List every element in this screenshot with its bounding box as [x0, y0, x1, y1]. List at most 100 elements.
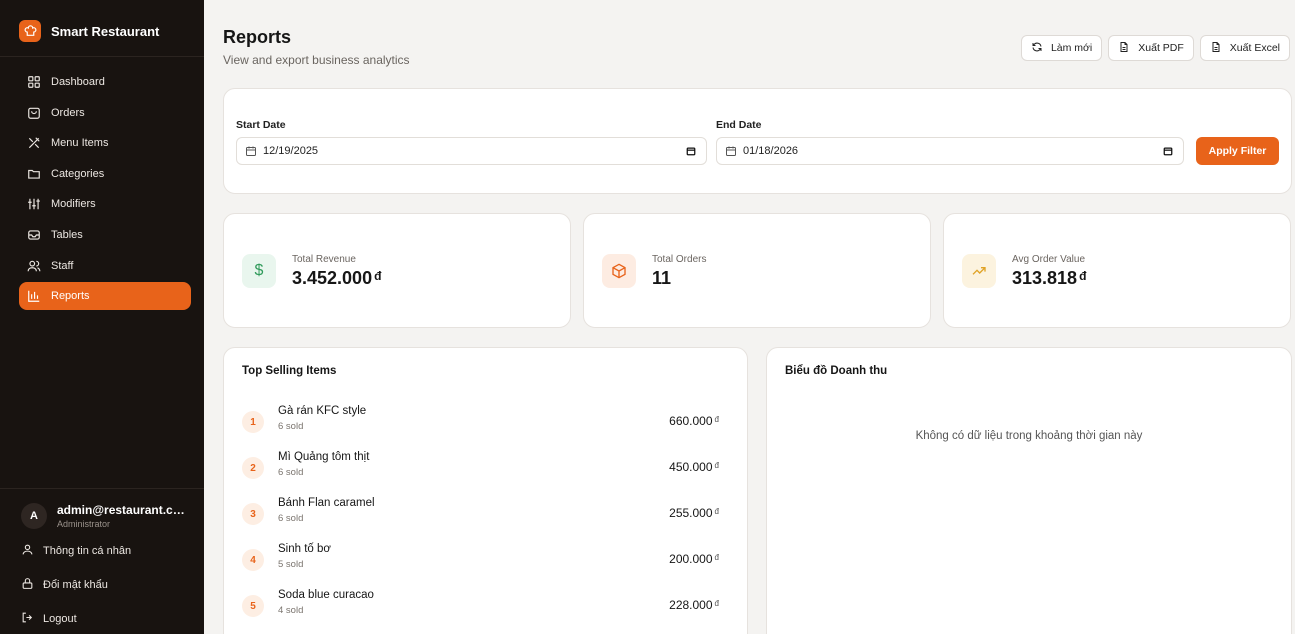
- user-role: Administrator: [57, 519, 111, 529]
- package-icon: [602, 254, 636, 288]
- page-subtitle: View and export business analytics: [223, 53, 410, 67]
- amount-value: 200.000: [669, 552, 713, 566]
- user-email: admin@restaurant.co...: [57, 503, 187, 517]
- rank-badge: 3: [242, 503, 264, 525]
- sidebar-item-modifiers[interactable]: Modifiers: [19, 190, 191, 218]
- file-icon: [1210, 41, 1222, 56]
- amount-value: 450.000: [669, 460, 713, 474]
- sidebar-item-label: Reports: [51, 290, 90, 303]
- revenue-chart-card: Biểu đồ Doanh thu Không có dữ liệu trong…: [766, 347, 1292, 634]
- stat-label: Total Revenue: [292, 254, 356, 265]
- sidebar-item-orders[interactable]: Orders: [19, 99, 191, 127]
- start-date-label: Start Date: [236, 119, 286, 131]
- currency-symbol: đ: [714, 461, 719, 470]
- rank-badge: 2: [242, 457, 264, 479]
- sidebar: Smart Restaurant Dashboard Orders Menu I…: [0, 0, 204, 634]
- item-amount: 660.000 đ: [669, 414, 719, 428]
- currency-symbol: đ: [1079, 269, 1087, 283]
- sidebar-item-tables[interactable]: Tables: [19, 221, 191, 249]
- item-name: Soda blue curacao: [278, 589, 374, 601]
- change-password-link[interactable]: Đổi mật khẩu: [21, 577, 108, 593]
- sidebar-item-menu-items[interactable]: Menu Items: [19, 129, 191, 157]
- avatar: A: [21, 503, 47, 529]
- start-date-input[interactable]: 12/19/2025: [236, 137, 707, 165]
- sidebar-item-label: Tables: [51, 228, 83, 241]
- date-filter-card: Start Date 12/19/2025 End Date 01/18/202…: [223, 88, 1292, 194]
- sidebar-item-categories[interactable]: Categories: [19, 160, 191, 188]
- export-excel-button[interactable]: Xuất Excel: [1199, 35, 1290, 61]
- amount-value: 228.000: [669, 598, 713, 612]
- total-orders-value: 11: [652, 268, 672, 288]
- profile-link[interactable]: Thông tin cá nhân: [21, 543, 131, 559]
- list-item: 5 Soda blue curacao 4 sold 228.000 đ: [242, 589, 732, 625]
- export-excel-label: Xuất Excel: [1229, 42, 1280, 54]
- sidebar-item-label: Dashboard: [51, 76, 105, 88]
- calendar-icon: [726, 146, 736, 156]
- chef-hat-icon: [19, 20, 41, 42]
- calendar-picker-icon[interactable]: [1163, 146, 1173, 156]
- item-sold: 4 sold: [278, 605, 304, 616]
- panel-title: Top Selling Items: [242, 365, 337, 377]
- dollar-icon: $: [242, 254, 276, 288]
- total-revenue-value: 3.452.000: [292, 268, 373, 288]
- sidebar-item-dashboard[interactable]: Dashboard: [19, 68, 191, 96]
- divider: [0, 56, 204, 57]
- lock-icon: [21, 577, 34, 593]
- sidebar-item-label: Categories: [51, 167, 105, 180]
- amount-value: 255.000: [669, 506, 713, 520]
- total-orders-card: Total Orders 11: [583, 213, 931, 328]
- grid-icon: [27, 75, 41, 89]
- list-item: 3 Bánh Flan caramel 6 sold 255.000 đ: [242, 497, 732, 533]
- avg-order-value-card: Avg Order Value 313.818 đ: [943, 213, 1291, 328]
- stat-value: 313.818 đ: [1012, 268, 1086, 289]
- empty-state-message: Không có dữ liệu trong khoảng thời gian …: [915, 430, 1143, 442]
- list-item: 1 Gà rán KFC style 6 sold 660.000 đ: [242, 405, 732, 441]
- logout-label: Logout: [43, 613, 77, 625]
- logout-link[interactable]: Logout: [21, 611, 77, 627]
- bar-chart-icon: [27, 289, 41, 303]
- end-date-value: 01/18/2026: [743, 145, 799, 157]
- item-name: Sinh tố bơ: [278, 543, 331, 555]
- sidebar-item-label: Orders: [51, 106, 85, 119]
- export-pdf-button[interactable]: Xuất PDF: [1108, 35, 1194, 61]
- app-name: Smart Restaurant: [51, 23, 160, 39]
- logout-icon: [21, 611, 34, 627]
- end-date-input[interactable]: 01/18/2026: [716, 137, 1184, 165]
- folder-icon: [27, 167, 41, 181]
- sidebar-item-staff[interactable]: Staff: [19, 252, 191, 280]
- end-date-label: End Date: [716, 119, 762, 131]
- panel-title: Biểu đồ Doanh thu: [785, 365, 888, 377]
- currency-symbol: đ: [714, 553, 719, 562]
- sidebar-item-label: Menu Items: [51, 137, 109, 150]
- top-selling-card: Top Selling Items 1 Gà rán KFC style 6 s…: [223, 347, 748, 634]
- sidebar-nav: Dashboard Orders Menu Items Categories M…: [19, 68, 191, 313]
- profile-link-label: Thông tin cá nhân: [43, 545, 132, 557]
- trending-up-icon: [962, 254, 996, 288]
- rank-badge: 5: [242, 595, 264, 617]
- item-sold: 6 sold: [278, 421, 304, 432]
- total-revenue-card: $ Total Revenue 3.452.000 đ: [223, 213, 571, 328]
- sidebar-item-reports[interactable]: Reports: [19, 282, 191, 311]
- header-actions: Làm mới Xuất PDF Xuất Excel: [1020, 35, 1290, 61]
- page-title: Reports: [223, 27, 292, 47]
- item-name: Gà rán KFC style: [278, 405, 367, 417]
- refresh-button-label: Làm mới: [1050, 42, 1093, 54]
- utensils-icon: [27, 136, 41, 150]
- calendar-picker-icon[interactable]: [686, 146, 696, 156]
- rank-badge: 4: [242, 549, 264, 571]
- item-sold: 6 sold: [278, 467, 304, 478]
- refresh-button[interactable]: Làm mới: [1020, 35, 1103, 61]
- table-icon: [27, 228, 41, 242]
- user-profile[interactable]: A admin@restaurant.co... Administrator: [21, 503, 187, 529]
- list-item: 4 Sinh tố bơ 5 sold 200.000 đ: [242, 543, 732, 579]
- refresh-icon: [1031, 41, 1043, 56]
- file-icon: [1118, 41, 1130, 56]
- start-date-value: 12/19/2025: [263, 145, 319, 157]
- user-block: A admin@restaurant.co... Administrator T…: [0, 488, 204, 625]
- stat-label: Avg Order Value: [1012, 254, 1086, 265]
- item-amount: 255.000 đ: [669, 506, 719, 520]
- export-pdf-label: Xuất PDF: [1138, 42, 1184, 54]
- brand[interactable]: Smart Restaurant: [19, 20, 159, 42]
- item-sold: 6 sold: [278, 513, 304, 524]
- apply-filter-button[interactable]: Apply Filter: [1196, 137, 1279, 165]
